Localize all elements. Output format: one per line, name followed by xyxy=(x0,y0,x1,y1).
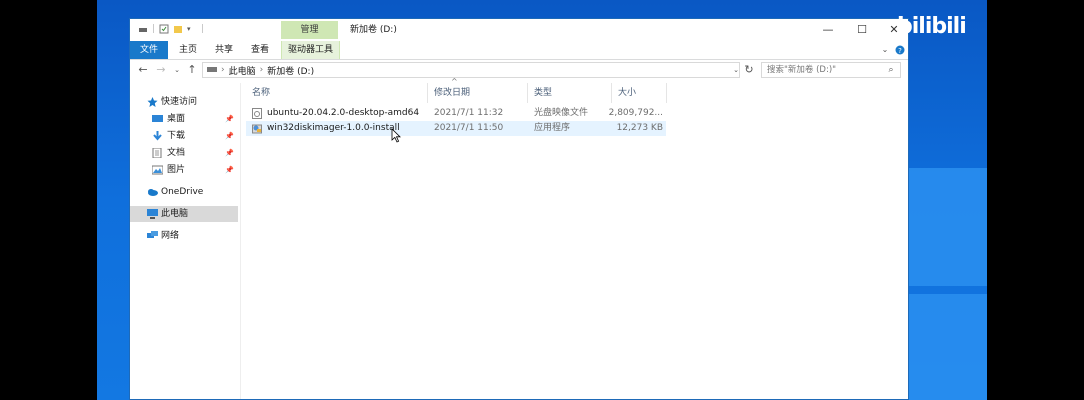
properties-icon[interactable] xyxy=(159,24,169,34)
breadcrumb-separator: › xyxy=(221,65,225,75)
nav-item-label: 桌面 xyxy=(167,114,186,124)
file-type: 光盘映像文件 xyxy=(534,108,589,118)
tab-drive-tools[interactable]: 驱动器工具 xyxy=(281,41,340,59)
search-icon: ⌕ xyxy=(888,65,894,75)
file-date: 2021/7/1 11:32 xyxy=(434,108,504,118)
help-icon[interactable]: ? xyxy=(894,41,906,59)
windows-logo-pane-bottom xyxy=(909,294,987,400)
ribbon-tabs: 文件 主页 共享 查看 驱动器工具 ⌄ ? xyxy=(130,41,908,60)
nav-quick-access[interactable]: 快速访问 xyxy=(130,94,238,110)
column-header-name[interactable]: 名称 xyxy=(246,83,428,103)
nav-onedrive-label: OneDrive xyxy=(161,187,204,197)
refresh-icon[interactable]: ↻ xyxy=(741,62,757,78)
tab-home[interactable]: 主页 xyxy=(172,41,204,59)
nav-this-pc[interactable]: 此电脑 xyxy=(130,206,238,222)
pin-icon: 📌 xyxy=(225,166,234,174)
address-row: ← → ⌄ ↑ › 此电脑 › 新加卷 (D:) ⌄ ↻ 搜索"新加卷 (D:)… xyxy=(130,59,908,83)
mouse-cursor-icon xyxy=(391,128,401,143)
tab-view[interactable]: 查看 xyxy=(244,41,276,59)
breadcrumb-this-pc[interactable]: 此电脑 xyxy=(229,64,256,77)
file-type: 应用程序 xyxy=(534,123,571,133)
table-row[interactable]: ubuntu-20.04.2.0-desktop-amd64 2021/7/1 … xyxy=(246,106,666,121)
up-arrow-icon[interactable]: ↑ xyxy=(184,62,200,78)
nav-item-label: 文档 xyxy=(167,148,186,158)
column-header-type[interactable]: 类型 xyxy=(528,83,612,103)
left-letterbox xyxy=(0,0,97,400)
nav-onedrive[interactable]: OneDrive xyxy=(130,184,238,200)
column-header-date[interactable]: 修改日期 xyxy=(428,83,528,103)
nav-network[interactable]: 网络 xyxy=(130,228,238,244)
file-explorer-window: | ▾ | 管理 新加卷 (D:) — ☐ ✕ 文件 主页 共享 查看 驱动器工… xyxy=(129,18,909,400)
bilibili-watermark: bilibili xyxy=(897,14,967,39)
file-name: ubuntu-20.04.2.0-desktop-amd64 xyxy=(267,108,420,118)
nav-quick-access-label: 快速访问 xyxy=(161,97,198,107)
ribbon-collapse-icon[interactable]: ⌄ xyxy=(878,41,892,59)
forward-arrow-icon[interactable]: → xyxy=(153,62,169,78)
quick-access-toolbar: | ▾ | xyxy=(138,24,204,34)
column-header-size[interactable]: 大小 xyxy=(612,83,667,103)
tab-share[interactable]: 共享 xyxy=(208,41,240,59)
recent-locations-icon[interactable]: ⌄ xyxy=(169,62,185,78)
nav-network-label: 网络 xyxy=(161,231,180,241)
search-input[interactable]: 搜索"新加卷 (D:)" xyxy=(761,62,901,78)
address-bar[interactable]: › 此电脑 › 新加卷 (D:) xyxy=(202,62,740,78)
disc-image-file-icon xyxy=(252,108,262,119)
file-date: 2021/7/1 11:50 xyxy=(434,123,504,133)
windows-logo-pane-top xyxy=(909,168,987,286)
tab-file[interactable]: 文件 xyxy=(130,41,168,59)
breadcrumb-separator: › xyxy=(259,65,264,75)
breadcrumb-drive-d[interactable]: 新加卷 (D:) xyxy=(267,64,314,77)
file-size: 2,809,792... xyxy=(608,108,663,118)
right-letterbox xyxy=(987,0,1084,400)
file-list: ^ 名称 修改日期 类型 大小 ubuntu-20.04.2.0-desktop… xyxy=(246,77,906,399)
installer-icon xyxy=(252,124,262,134)
new-folder-icon[interactable] xyxy=(173,24,183,34)
navigation-pane: 快速访问 桌面 📌 下载 📌 文档 📌 图片 📌 OneDrive 此电脑 网络 xyxy=(130,83,241,399)
title-bar[interactable]: | ▾ | 管理 新加卷 (D:) — ☐ ✕ xyxy=(130,19,908,41)
drive-icon xyxy=(207,65,217,76)
back-arrow-icon[interactable]: ← xyxy=(135,62,151,78)
nav-item-downloads[interactable]: 下载 📌 xyxy=(130,128,238,144)
window-title: 新加卷 (D:) xyxy=(350,25,397,35)
file-name: win32diskimager-1.0.0-install xyxy=(267,123,400,133)
nav-item-documents[interactable]: 文档 📌 xyxy=(130,145,238,161)
drive-icon xyxy=(138,24,148,34)
manage-context-tab: 管理 xyxy=(281,21,338,39)
pin-icon: 📌 xyxy=(225,149,234,157)
pin-icon: 📌 xyxy=(225,115,234,123)
nav-item-desktop[interactable]: 桌面 📌 xyxy=(130,111,238,127)
maximize-button[interactable]: ☐ xyxy=(845,19,879,41)
minimize-button[interactable]: — xyxy=(811,19,845,41)
nav-item-label: 图片 xyxy=(167,165,186,175)
pin-icon: 📌 xyxy=(225,132,234,140)
table-row[interactable]: win32diskimager-1.0.0-install 2021/7/1 1… xyxy=(246,121,666,136)
nav-this-pc-label: 此电脑 xyxy=(161,209,189,219)
customize-qat-icon[interactable]: ▾ xyxy=(187,24,197,34)
file-size: 12,273 KB xyxy=(616,123,663,133)
svg-text:?: ? xyxy=(898,47,902,55)
nav-item-pictures[interactable]: 图片 📌 xyxy=(130,162,238,178)
nav-item-label: 下载 xyxy=(167,131,186,141)
